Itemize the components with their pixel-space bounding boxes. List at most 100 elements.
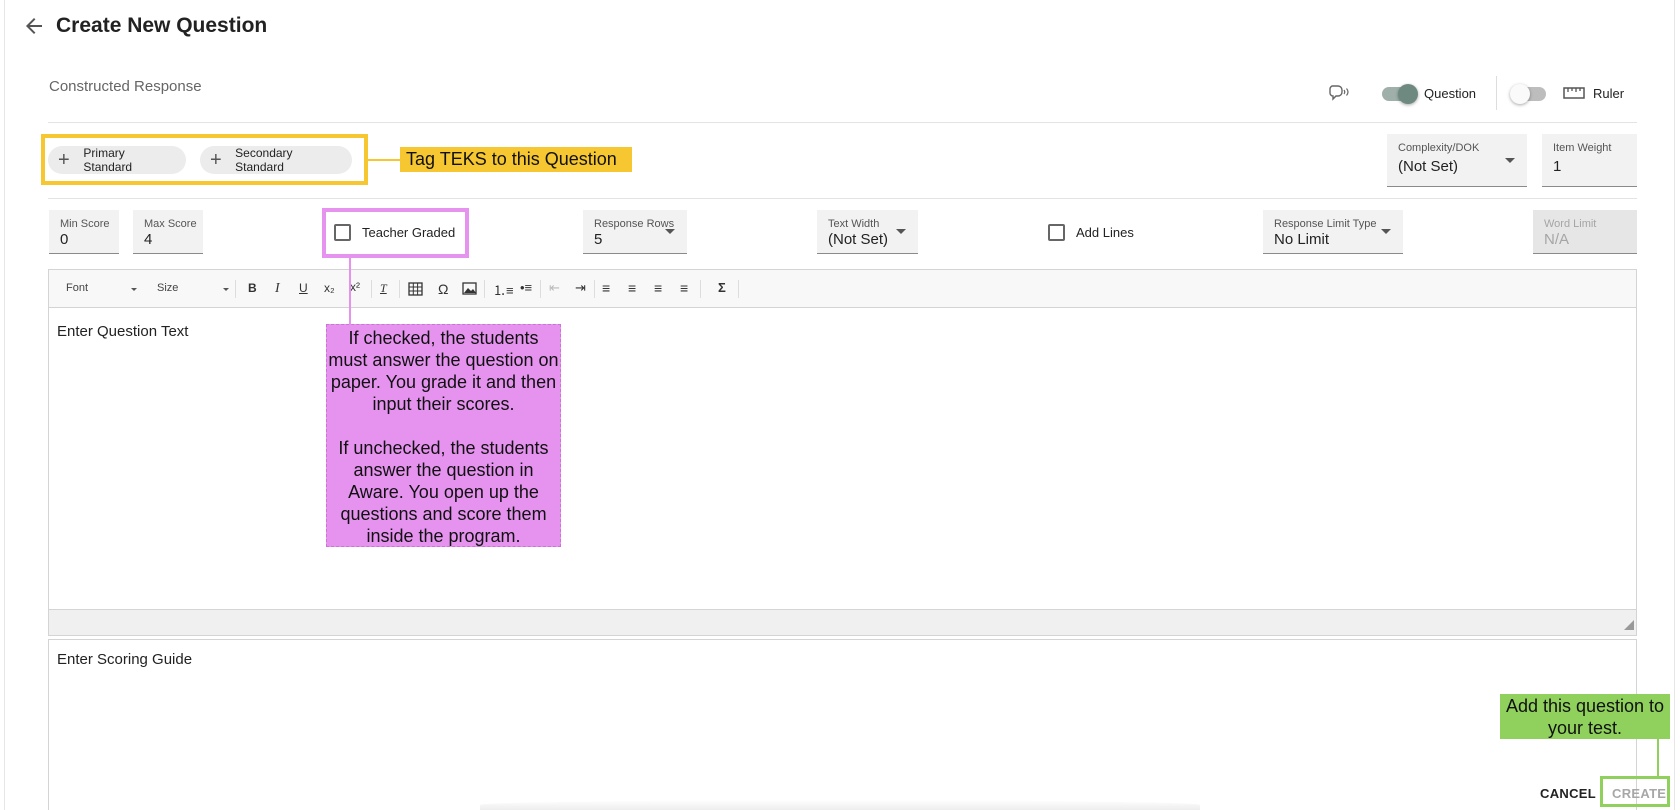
arrow-left-icon[interactable] — [22, 14, 46, 38]
editor-status-bar — [49, 609, 1636, 635]
teacher-graded-checkbox[interactable] — [334, 224, 351, 241]
window-left-edge — [4, 0, 5, 810]
item-weight-field[interactable]: Item Weight 1 — [1542, 134, 1637, 187]
toolbar-separator — [540, 280, 541, 298]
indent-icon[interactable]: ⇥ — [575, 280, 586, 296]
question-type-label: Constructed Response — [49, 78, 202, 95]
align-right-icon[interactable]: ≡ — [654, 280, 662, 296]
toolbar-separator — [371, 280, 372, 298]
item-weight-value: 1 — [1553, 158, 1562, 175]
scoring-guide-input[interactable]: Enter Scoring Guide — [57, 651, 192, 668]
toggle-knob — [1510, 84, 1530, 104]
word-limit-value: N/A — [1544, 231, 1570, 248]
bold-icon[interactable]: B — [248, 281, 257, 295]
divider — [1496, 76, 1497, 110]
subscript-icon[interactable]: x₂ — [324, 281, 335, 295]
response-rows-label: Response Rows — [594, 218, 675, 230]
outdent-icon[interactable]: ⇤ — [549, 280, 560, 296]
divider — [48, 198, 1637, 199]
question-text-input[interactable]: Enter Question Text — [57, 323, 188, 340]
editor-toolbar: Font Size B I U x₂ x² T Ω ⒈≡ •≡ ⇤ ⇥ ≡ ≡ … — [49, 270, 1636, 308]
align-left-icon[interactable]: ≡ — [602, 280, 610, 296]
add-primary-standard-button[interactable]: + Primary Standard — [48, 146, 186, 174]
add-lines-checkbox[interactable] — [1048, 224, 1065, 241]
image-icon[interactable] — [462, 282, 477, 295]
secondary-standard-label: Secondary Standard — [235, 146, 293, 174]
add-lines-label: Add Lines — [1076, 225, 1134, 240]
response-rows-select[interactable]: Response Rows 5 — [583, 210, 687, 254]
clear-format-icon[interactable]: T — [380, 281, 387, 296]
divider — [48, 122, 1637, 123]
response-limit-type-value: No Limit — [1274, 231, 1330, 248]
special-char-icon[interactable]: Ω — [438, 281, 448, 297]
resize-handle-icon[interactable] — [1624, 620, 1634, 630]
complexity-value: (Not Set) — [1398, 158, 1459, 175]
text-width-select[interactable]: Text Width (Not Set) — [817, 210, 918, 254]
chevron-down-icon — [131, 288, 137, 291]
min-score-value: 0 — [60, 231, 69, 248]
equation-icon[interactable]: Σ — [718, 280, 726, 295]
teacher-graded-callout: If checked, the students must answer the… — [326, 324, 561, 547]
response-rows-value: 5 — [594, 231, 603, 248]
bulleted-list-icon[interactable]: •≡ — [520, 280, 532, 295]
min-score-label: Min Score — [60, 218, 110, 230]
table-icon[interactable] — [408, 282, 423, 296]
chevron-down-icon — [223, 288, 229, 291]
max-score-value: 4 — [144, 231, 153, 248]
word-limit-field: Word Limit N/A — [1533, 210, 1637, 254]
min-score-field[interactable]: Min Score 0 — [49, 210, 119, 254]
max-score-field[interactable]: Max Score 4 — [133, 210, 203, 254]
toolbar-separator — [738, 280, 739, 298]
teacher-graded-callout-connector — [349, 258, 351, 324]
text-to-speech-icon[interactable] — [1328, 84, 1350, 102]
primary-standard-label: Primary Standard — [83, 146, 133, 174]
italic-icon[interactable]: I — [275, 281, 280, 297]
teacher-graded-label: Teacher Graded — [362, 225, 456, 240]
question-editor — [48, 269, 1637, 636]
toolbar-separator — [700, 280, 701, 298]
chevron-down-icon — [665, 229, 675, 234]
scoring-guide-editor — [48, 639, 1637, 810]
question-toggle[interactable] — [1382, 84, 1418, 104]
toolbar-separator — [484, 280, 485, 298]
response-limit-type-label: Response Limit Type — [1274, 218, 1377, 230]
item-weight-label: Item Weight — [1553, 142, 1612, 154]
justify-icon[interactable]: ≡ — [680, 280, 688, 296]
page-title: Create New Question — [56, 14, 268, 37]
max-score-label: Max Score — [144, 218, 197, 230]
chevron-down-icon — [1505, 158, 1515, 163]
ruler-icon — [1563, 87, 1585, 99]
text-width-value: (Not Set) — [828, 231, 889, 248]
chevron-down-icon — [896, 229, 906, 234]
create-callout: Add this question to your test. — [1500, 694, 1670, 739]
create-callout-connector — [1657, 739, 1659, 779]
underline-icon[interactable]: U — [299, 281, 308, 295]
toggle-knob — [1398, 84, 1418, 104]
superscript-icon[interactable]: x² — [350, 280, 360, 294]
ruler-toggle[interactable] — [1510, 84, 1546, 104]
teks-callout-connector — [368, 159, 400, 161]
toolbar-separator — [235, 280, 236, 298]
teks-callout: Tag TEKS to this Question — [400, 147, 632, 172]
complexity-dok-select[interactable]: Complexity/DOK (Not Set) — [1387, 134, 1527, 187]
plus-icon: + — [210, 149, 222, 171]
plus-icon: + — [58, 149, 70, 171]
chevron-down-icon — [1381, 229, 1391, 234]
add-secondary-standard-button[interactable]: + Secondary Standard — [200, 146, 352, 174]
bottom-shadow — [480, 800, 1200, 810]
numbered-list-icon[interactable]: ⒈≡ — [493, 280, 514, 299]
response-limit-type-select[interactable]: Response Limit Type No Limit — [1263, 210, 1403, 254]
cancel-button[interactable]: CANCEL — [1540, 786, 1596, 801]
align-center-icon[interactable]: ≡ — [628, 280, 636, 296]
complexity-label: Complexity/DOK — [1398, 142, 1480, 154]
font-dropdown[interactable]: Font — [66, 282, 88, 294]
word-limit-label: Word Limit — [1544, 218, 1597, 230]
toolbar-separator — [399, 280, 400, 298]
ruler-label: Ruler — [1593, 86, 1625, 101]
size-dropdown[interactable]: Size — [157, 282, 178, 294]
question-toggle-label: Question — [1424, 86, 1477, 101]
text-width-label: Text Width — [828, 218, 880, 230]
toolbar-separator — [594, 280, 595, 298]
window-right-edge — [1674, 0, 1675, 810]
create-button[interactable]: CREATE — [1612, 786, 1666, 801]
